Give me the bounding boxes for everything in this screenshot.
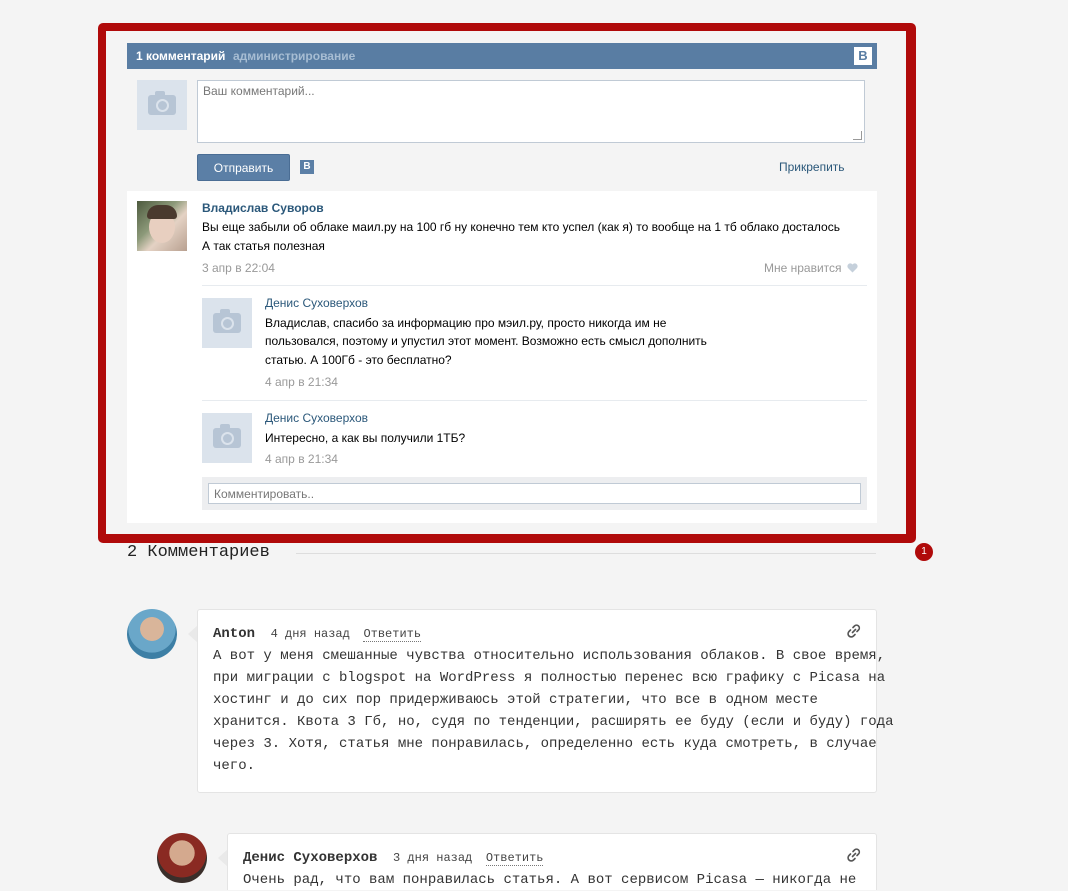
comment-date[interactable]: 3 апр в 22:04	[202, 261, 275, 275]
resize-handle[interactable]	[853, 131, 862, 140]
admin-link[interactable]: администрирование	[233, 49, 355, 63]
comment-line: хостинг и до сих пор придерживаюсь этой …	[213, 692, 818, 708]
comment-field[interactable]	[198, 81, 864, 142]
annotation-badge: 1	[915, 543, 933, 561]
comment-line: хранится. Квота 3 Гб, но, судя по тенден…	[213, 714, 894, 730]
camera-icon	[213, 424, 241, 448]
comment-author[interactable]: Владислав Суворов	[202, 201, 324, 215]
reply-box	[202, 477, 867, 510]
comment-line: чего.	[213, 758, 256, 774]
reply-author[interactable]: Денис Суховерхов	[265, 296, 368, 310]
title-divider	[296, 553, 876, 554]
comment-time[interactable]: 4 дня назад	[271, 627, 350, 641]
reply-author[interactable]: Денис Суховерхов	[265, 411, 368, 425]
comment-time[interactable]: 3 дня назад	[393, 851, 472, 865]
comments-title: 2 Комментариев	[127, 543, 270, 562]
reply-date[interactable]: 4 апр в 21:34	[265, 452, 338, 466]
comment-text-line: Вы еще забыли об облаке маил.ру на 100 г…	[202, 220, 840, 234]
comment-author[interactable]: Anton	[213, 626, 255, 642]
reply-button[interactable]: Ответить	[485, 851, 544, 866]
comment-line: Очень рад, что вам понравилась статья. А…	[243, 872, 857, 888]
commenter-avatar[interactable]	[127, 609, 177, 659]
avatar-hair	[147, 205, 177, 219]
attach-link[interactable]: Прикрепить	[779, 160, 845, 174]
reply-text-line: пользовался, поэтому и упустил этот моме…	[265, 334, 707, 348]
vk-logo-icon[interactable]: В	[854, 47, 872, 65]
reply-avatar[interactable]	[202, 298, 252, 348]
comment-body: А вот у меня смешанные чувства относител…	[213, 645, 894, 777]
reply-avatar[interactable]	[202, 413, 252, 463]
divider	[202, 285, 867, 286]
camera-icon	[213, 309, 241, 333]
camera-icon	[148, 91, 176, 115]
reply-button[interactable]: Ответить	[363, 627, 422, 642]
widget-header: 1 комментарий администрирование В	[127, 43, 877, 69]
commenter-avatar[interactable]	[157, 833, 207, 883]
heart-icon	[847, 263, 858, 273]
like-button[interactable]: Мне нравится	[764, 261, 858, 275]
comment-meta: Денис Суховерхов 3 дня назад Ответить	[243, 848, 544, 866]
comment-line: при миграции с blogspot на WordPress я п…	[213, 670, 886, 686]
permalink-icon[interactable]	[847, 848, 861, 862]
vk-share-icon[interactable]: В	[300, 160, 314, 174]
comment-line: А вот у меня смешанные чувства относител…	[213, 648, 886, 664]
comment-line: через 3. Хотя, статья мне понравилась, о…	[213, 736, 877, 752]
reply-text-line: Владислав, спасибо за информацию про мэи…	[265, 316, 667, 330]
like-label: Мне нравится	[764, 261, 842, 275]
divider	[202, 400, 867, 401]
comment-author[interactable]: Денис Суховерхов	[243, 850, 377, 866]
permalink-icon[interactable]	[847, 624, 861, 638]
reply-text-line: статью. А 100Гб - это бесплатно?	[265, 353, 452, 367]
user-avatar[interactable]	[137, 201, 187, 251]
comment-text-line: А так статья полезная	[202, 239, 325, 253]
my-avatar	[137, 80, 187, 130]
comment-count: 1 комментарий	[136, 49, 226, 63]
comment-field-wrapper	[197, 80, 865, 143]
reply-text-line: Интересно, а как вы получили 1ТБ?	[265, 431, 466, 445]
reply-input[interactable]	[208, 483, 861, 504]
comment-body: Очень рад, что вам понравилась статья. А…	[243, 869, 856, 891]
comment-meta: Anton 4 дня назад Ответить	[213, 624, 422, 642]
send-button[interactable]: Отправить	[197, 154, 290, 181]
reply-date[interactable]: 4 апр в 21:34	[265, 375, 338, 389]
